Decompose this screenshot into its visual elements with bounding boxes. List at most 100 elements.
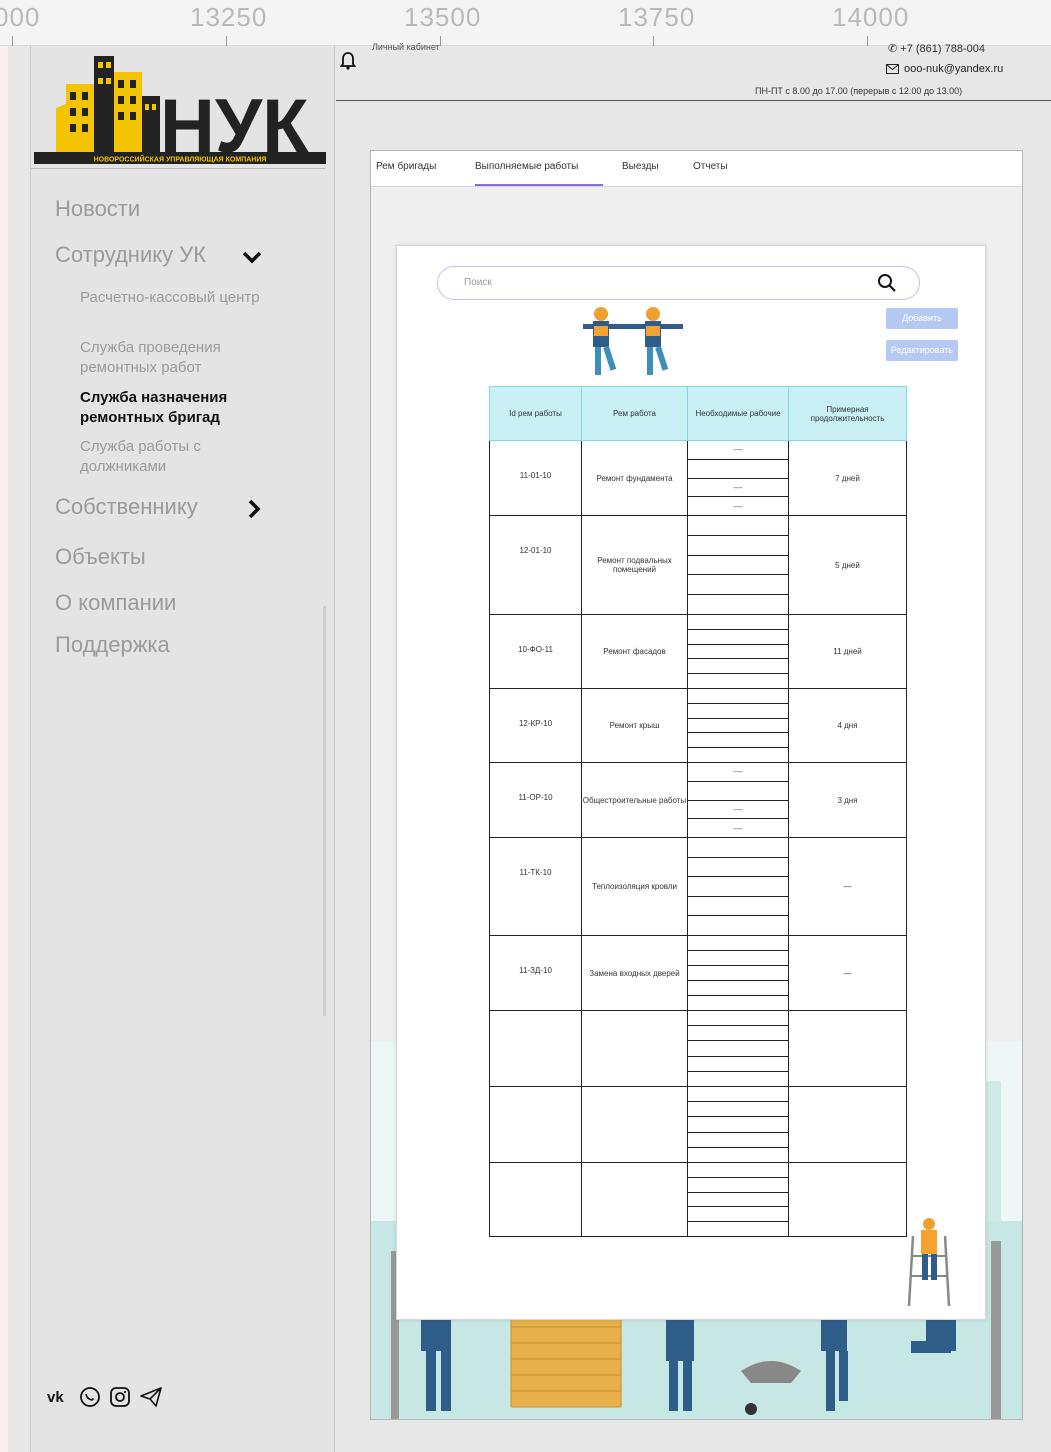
- cell-work: Ремонт крыш: [581, 688, 688, 763]
- column-header[interactable]: Необходимые рабочие: [687, 386, 789, 441]
- worker-slot[interactable]: [688, 782, 788, 801]
- worker-slot[interactable]: [688, 536, 788, 556]
- worker-slot[interactable]: [688, 1222, 788, 1236]
- nav-sub-repairs[interactable]: Служба проведения ремонтных работ: [80, 338, 280, 378]
- worker-slot[interactable]: [688, 719, 788, 734]
- column-header[interactable]: Id рем работы: [489, 386, 582, 441]
- worker-slot[interactable]: [688, 1163, 788, 1178]
- worker-slot[interactable]: [688, 704, 788, 719]
- worker-slot[interactable]: [688, 966, 788, 981]
- worker-slot[interactable]: [688, 575, 788, 596]
- worker-slot[interactable]: [688, 645, 788, 660]
- cell-work: Ремонт фасадов: [581, 614, 688, 689]
- edit-button[interactable]: Редактировать: [886, 340, 958, 361]
- nav-sub-brigades[interactable]: Служба назначения ремонтных бригад: [80, 388, 280, 428]
- worker-slot[interactable]: [688, 897, 788, 917]
- tab-brigades[interactable]: Рем бригады: [376, 161, 436, 172]
- table-row[interactable]: 12-КР-10 Ремонт крыш 4 дня: [489, 688, 907, 763]
- worker-slot[interactable]: [688, 936, 788, 951]
- bell-icon[interactable]: [340, 50, 356, 70]
- nav-objects[interactable]: Объекты: [55, 544, 146, 570]
- table-row[interactable]: [489, 1162, 907, 1237]
- tab-trips[interactable]: Выезды: [622, 161, 659, 172]
- column-header[interactable]: Рем работа: [581, 386, 688, 441]
- table-row[interactable]: 12-01-10 Ремонт подвальных помещений 5 дне…: [489, 515, 907, 615]
- table-row[interactable]: 11-ОР-10 Общестроительные работы — — —3 дня: [489, 762, 907, 838]
- nav-sub-debtors[interactable]: Служба работы с должниками: [80, 437, 280, 477]
- worker-slot[interactable]: [688, 1026, 788, 1042]
- worker-slot[interactable]: [688, 659, 788, 675]
- worker-slot[interactable]: [688, 996, 788, 1010]
- worker-slot[interactable]: [688, 1133, 788, 1148]
- personal-cabinet-link[interactable]: Личный кабинет: [372, 42, 440, 52]
- worker-slot[interactable]: [688, 858, 788, 878]
- nav-employee[interactable]: Сотруднику УК: [55, 242, 206, 268]
- vk-icon[interactable]: vk: [47, 1389, 71, 1410]
- table-row[interactable]: 11-01-10 Ремонт фундамента — — —7 дней: [489, 440, 907, 516]
- worker-slot[interactable]: —: [688, 819, 788, 837]
- worker-slot[interactable]: [688, 556, 788, 576]
- worker-slot[interactable]: [688, 1102, 788, 1118]
- nav-owner[interactable]: Собственнику: [55, 494, 198, 520]
- instagram-icon[interactable]: [109, 1386, 131, 1413]
- worker-slot[interactable]: [688, 1207, 788, 1223]
- chevron-right-icon[interactable]: [243, 498, 265, 520]
- worker-slot[interactable]: [688, 615, 788, 630]
- tab-works[interactable]: Выполняемые работы: [475, 161, 578, 172]
- nav-news[interactable]: Новости: [55, 196, 140, 222]
- worker-slot[interactable]: —: [688, 801, 788, 820]
- worker-slot[interactable]: [688, 916, 788, 935]
- worker-slot[interactable]: —: [688, 479, 788, 498]
- worker-slot[interactable]: [688, 1011, 788, 1027]
- tab-reports[interactable]: Отчеты: [693, 161, 728, 172]
- table-row[interactable]: 11-ЗД-10 Замена входных дверей —: [489, 935, 907, 1011]
- cell-duration: 4 дня: [788, 688, 907, 763]
- worker-slot[interactable]: [688, 951, 788, 966]
- whatsapp-icon[interactable]: [79, 1386, 101, 1413]
- worker-slot[interactable]: [688, 1041, 788, 1057]
- add-button[interactable]: Добавить: [886, 308, 958, 329]
- worker-slot[interactable]: [688, 1178, 788, 1193]
- worker-slot[interactable]: [688, 1087, 788, 1103]
- table-row[interactable]: [489, 1010, 907, 1087]
- search-input[interactable]: Поиск: [464, 277, 492, 288]
- nav-support[interactable]: Поддержка: [55, 632, 170, 658]
- workers-subgrid: [688, 615, 788, 688]
- nav-sub-cashier[interactable]: Расчетно-кассовый центр: [80, 288, 280, 308]
- sidebar-scrollbar[interactable]: [323, 606, 326, 1016]
- worker-slot[interactable]: [688, 1117, 788, 1133]
- worker-slot[interactable]: [688, 748, 788, 762]
- social-links: vk: [47, 1386, 163, 1413]
- worker-slot[interactable]: [688, 1072, 788, 1086]
- worker-slot[interactable]: —: [688, 497, 788, 515]
- worker-slot[interactable]: [688, 674, 788, 688]
- email-contact[interactable]: ooo-nuk@yandex.ru: [886, 63, 1003, 75]
- worker-slot[interactable]: [688, 981, 788, 996]
- company-logo[interactable]: НУК НОВОРОССИЙСКАЯ УПРАВЛЯЮЩАЯ КОМПАНИЯ: [34, 52, 326, 170]
- worker-slot[interactable]: [688, 877, 788, 897]
- worker-slot[interactable]: [688, 689, 788, 704]
- worker-slot[interactable]: —: [688, 763, 788, 782]
- table-row[interactable]: 10-ФО-11 Ремонт фасадов 11 дней: [489, 614, 907, 689]
- worker-slot[interactable]: [688, 516, 788, 536]
- worker-slot[interactable]: [688, 1193, 788, 1208]
- worker-slot[interactable]: [688, 1057, 788, 1072]
- worker-slot[interactable]: [688, 733, 788, 749]
- search-icon[interactable]: [877, 273, 897, 293]
- table-row[interactable]: [489, 1086, 907, 1163]
- chevron-down-icon[interactable]: [241, 246, 263, 268]
- search-bar[interactable]: Поиск: [437, 266, 920, 300]
- table-row[interactable]: 11-ТК-10 Теплоизоляция кровли —: [489, 837, 907, 936]
- workers-subgrid: [688, 1087, 788, 1162]
- cell-work: Ремонт фундамента: [581, 440, 688, 516]
- nav-about[interactable]: О компании: [55, 590, 176, 616]
- worker-slot[interactable]: [688, 595, 788, 614]
- worker-slot[interactable]: [688, 838, 788, 858]
- worker-slot[interactable]: [688, 460, 788, 479]
- cell-duration: [788, 1086, 907, 1163]
- telegram-icon[interactable]: [139, 1386, 163, 1413]
- worker-slot[interactable]: [688, 1148, 788, 1162]
- worker-slot[interactable]: [688, 630, 788, 645]
- worker-slot[interactable]: —: [688, 441, 788, 460]
- column-header[interactable]: Примерная продолжительность: [788, 386, 907, 441]
